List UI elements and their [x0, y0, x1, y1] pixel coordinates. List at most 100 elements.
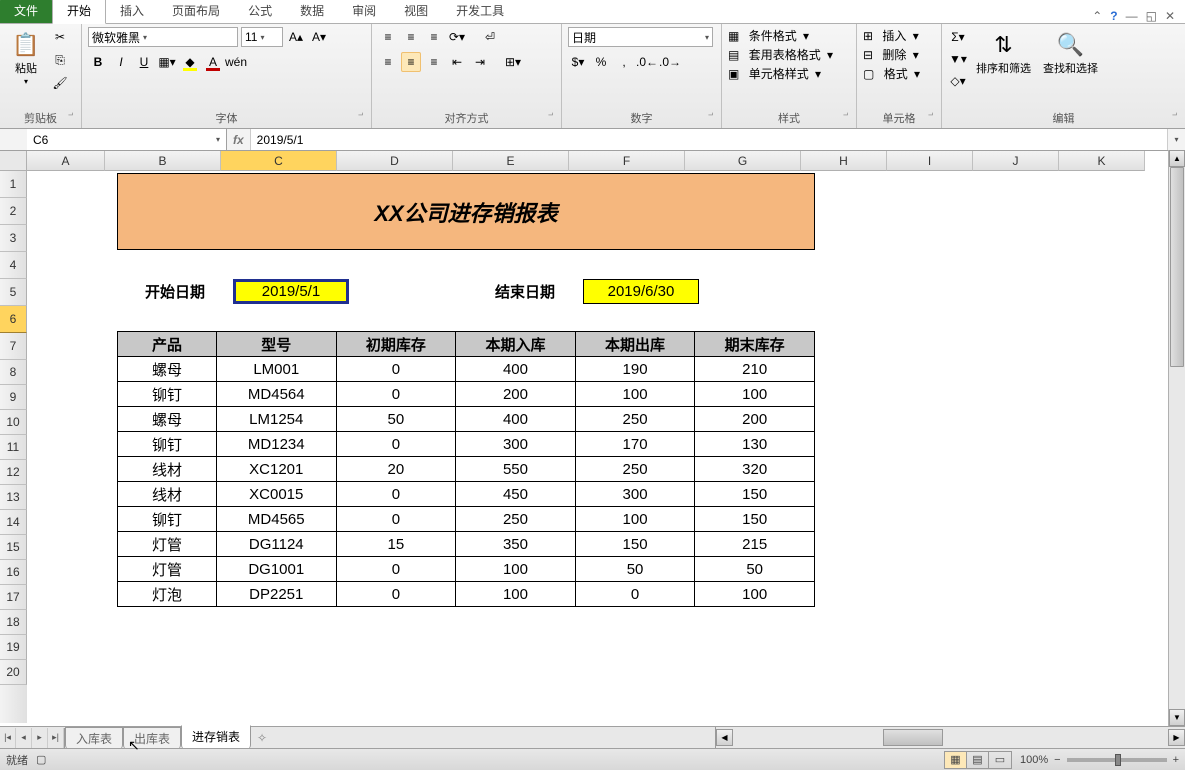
wrap-text-button[interactable]: ⏎ [470, 27, 510, 47]
table-cell[interactable]: 200 [695, 407, 815, 432]
table-cell[interactable]: 320 [695, 457, 815, 482]
zoom-level[interactable]: 100% [1020, 754, 1048, 766]
scroll-down-button[interactable]: ▼ [1169, 709, 1185, 726]
scroll-thumb-v[interactable] [1170, 167, 1184, 367]
border-button[interactable]: ▦▾ [157, 52, 177, 72]
row-header-4[interactable]: 4 [0, 252, 27, 279]
find-select-button[interactable]: 🔍 查找和选择 [1039, 27, 1102, 77]
table-cell[interactable]: 550 [456, 457, 576, 482]
underline-button[interactable]: U [134, 52, 154, 72]
tab-dev[interactable]: 开发工具 [442, 0, 518, 23]
table-cell[interactable]: 灯管 [118, 557, 217, 582]
table-cell[interactable]: 250 [575, 457, 695, 482]
table-cell[interactable]: 150 [695, 482, 815, 507]
fill-button[interactable]: ▼▾ [948, 49, 968, 69]
align-right-button[interactable]: ≡ [424, 52, 444, 72]
sheet-nav-next[interactable]: ▸ [32, 728, 48, 748]
table-cell[interactable]: LM1254 [216, 407, 336, 432]
decrease-font-button[interactable]: A▾ [309, 27, 329, 47]
col-header-C[interactable]: C [221, 151, 337, 171]
row-header-11[interactable]: 11 [0, 435, 27, 460]
table-cell[interactable]: 100 [575, 507, 695, 532]
autosum-button[interactable]: Σ▾ [948, 27, 968, 47]
tab-file[interactable]: 文件 [0, 0, 52, 23]
table-cell[interactable]: 250 [575, 407, 695, 432]
font-name-combo[interactable]: 微软雅黑▾ [88, 27, 238, 47]
paste-button[interactable]: 📋 粘贴 ▾ [6, 27, 46, 88]
copy-button[interactable]: ⎘ [50, 50, 70, 70]
format-painter-button[interactable]: 🖌 [50, 73, 70, 93]
table-cell[interactable]: 50 [336, 407, 456, 432]
view-pagebreak-button[interactable]: ▭ [989, 752, 1011, 768]
col-header-I[interactable]: I [887, 151, 973, 171]
col-header-A[interactable]: A [27, 151, 105, 171]
tab-view[interactable]: 视图 [390, 0, 442, 23]
increase-indent-button[interactable]: ⇥ [470, 52, 490, 72]
table-cell[interactable]: 150 [575, 532, 695, 557]
table-cell[interactable]: MD4564 [216, 382, 336, 407]
bold-button[interactable]: B [88, 52, 108, 72]
col-header-E[interactable]: E [453, 151, 569, 171]
table-cell[interactable]: 250 [456, 507, 576, 532]
insert-cells-button[interactable]: ⊞ 插入 ▾ [863, 27, 920, 44]
table-format-button[interactable]: ▤ 套用表格格式 ▾ [728, 46, 833, 63]
percent-button[interactable]: % [591, 52, 611, 72]
merge-button[interactable]: ⊞▾ [493, 52, 533, 72]
help-icon[interactable]: ? [1110, 9, 1117, 23]
scroll-right-button[interactable]: ▶ [1168, 729, 1185, 746]
row-header-3[interactable]: 3 [0, 225, 27, 252]
increase-font-button[interactable]: A▴ [286, 27, 306, 47]
table-cell[interactable]: 0 [336, 482, 456, 507]
table-cell[interactable]: 350 [456, 532, 576, 557]
window-close-icon[interactable]: ✕ [1165, 9, 1175, 23]
font-color-button[interactable]: A [203, 52, 223, 72]
col-header-F[interactable]: F [569, 151, 685, 171]
window-restore-icon[interactable]: ◱ [1146, 9, 1157, 23]
table-cell[interactable]: DG1124 [216, 532, 336, 557]
row-header-5[interactable]: 5 [0, 279, 27, 306]
horizontal-scrollbar[interactable]: ◀ ▶ [715, 727, 1185, 748]
sheet-tab-1[interactable]: 出库表 [123, 727, 181, 749]
sheet-tab-0[interactable]: 入库表 [65, 727, 123, 749]
table-cell[interactable]: MD4565 [216, 507, 336, 532]
decrease-indent-button[interactable]: ⇤ [447, 52, 467, 72]
row-header-18[interactable]: 18 [0, 610, 27, 635]
sheet-nav-last[interactable]: ▸| [48, 728, 64, 748]
col-header-K[interactable]: K [1059, 151, 1145, 171]
table-cell[interactable]: 100 [695, 582, 815, 607]
scroll-thumb-h[interactable] [883, 729, 943, 746]
table-cell[interactable]: DG1001 [216, 557, 336, 582]
table-cell[interactable]: 线材 [118, 457, 217, 482]
table-cell[interactable]: 100 [456, 582, 576, 607]
delete-cells-button[interactable]: ⊟ 删除 ▾ [863, 46, 920, 63]
name-box[interactable]: C6▾ [27, 129, 227, 150]
table-cell[interactable]: 300 [456, 432, 576, 457]
table-cell[interactable]: 150 [695, 507, 815, 532]
col-header-G[interactable]: G [685, 151, 801, 171]
tab-data[interactable]: 数据 [286, 0, 338, 23]
table-cell[interactable]: LM001 [216, 357, 336, 382]
table-cell[interactable]: 450 [456, 482, 576, 507]
table-cell[interactable]: 灯泡 [118, 582, 217, 607]
table-cell[interactable]: 50 [575, 557, 695, 582]
number-format-combo[interactable]: 日期▾ [568, 27, 713, 47]
col-header-D[interactable]: D [337, 151, 453, 171]
row-header-8[interactable]: 8 [0, 360, 27, 385]
col-header-H[interactable]: H [801, 151, 887, 171]
table-cell[interactable]: 铆钉 [118, 432, 217, 457]
row-header-6[interactable]: 6 [0, 306, 27, 333]
phonetic-button[interactable]: wén [226, 52, 246, 72]
col-header-B[interactable]: B [105, 151, 221, 171]
formula-expand-button[interactable]: ▾ [1167, 129, 1185, 150]
row-header-13[interactable]: 13 [0, 485, 27, 510]
table-cell[interactable]: 200 [456, 382, 576, 407]
row-header-19[interactable]: 19 [0, 635, 27, 660]
sheet-nav-prev[interactable]: ◂ [16, 728, 32, 748]
table-cell[interactable]: 0 [575, 582, 695, 607]
align-left-button[interactable]: ≡ [378, 52, 398, 72]
comma-button[interactable]: , [614, 52, 634, 72]
cell-style-button[interactable]: ▣ 单元格样式 ▾ [728, 65, 833, 82]
decrease-decimal-button[interactable]: .0→ [660, 52, 680, 72]
zoom-in-button[interactable]: + [1173, 754, 1179, 766]
tab-review[interactable]: 审阅 [338, 0, 390, 23]
